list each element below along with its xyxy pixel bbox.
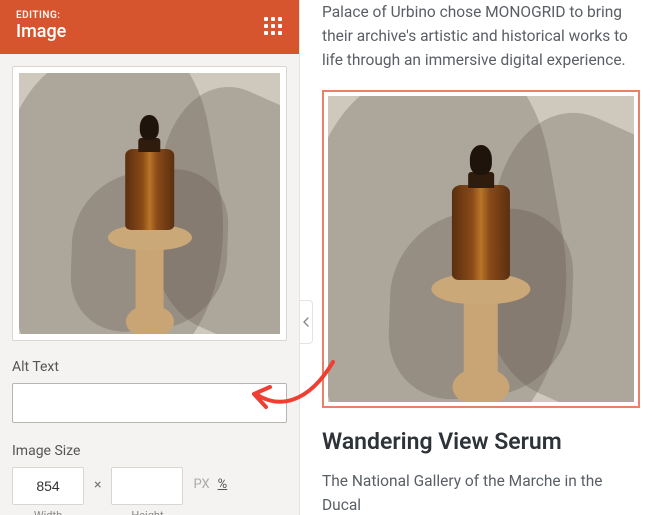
alt-text-label: Alt Text: [12, 359, 287, 375]
width-input[interactable]: [12, 467, 84, 505]
height-sublabel: Height: [131, 509, 163, 515]
sidebar-header: EDITING: Image: [0, 0, 299, 54]
second-paragraph: The National Gallery of the Marche in th…: [322, 469, 640, 515]
width-sublabel: Width: [34, 509, 62, 515]
image-size-label: Image Size: [12, 443, 287, 459]
intro-paragraph: Palace of Urbino chose MONOGRID to bring…: [322, 0, 640, 72]
height-column: Height: [111, 467, 183, 515]
dimension-separator: ×: [94, 467, 101, 493]
image-preview-content: [19, 73, 280, 334]
editor-sidebar: EDITING: Image: [0, 0, 300, 515]
selected-image-content: [328, 96, 634, 402]
unit-px-button[interactable]: PX: [193, 477, 209, 492]
alt-text-input[interactable]: [12, 383, 287, 423]
image-size-row: Width × Height PX %: [12, 467, 287, 515]
unit-percent-button[interactable]: %: [218, 477, 228, 492]
width-column: Width: [12, 467, 84, 515]
selected-image[interactable]: [322, 90, 640, 408]
content-preview: Palace of Urbino chose MONOGRID to bring…: [300, 0, 662, 515]
image-preview[interactable]: [12, 66, 287, 341]
height-input[interactable]: [111, 467, 183, 505]
chevron-left-icon: [303, 317, 309, 327]
drag-handle-icon[interactable]: [263, 16, 283, 36]
sidebar-body: Alt Text Image Size Width × Height PX %: [0, 54, 299, 515]
app-root: EDITING: Image: [0, 0, 662, 515]
editing-title: Image: [16, 22, 66, 43]
editing-label: EDITING:: [16, 10, 66, 22]
unit-toggle: PX %: [193, 467, 227, 492]
sidebar-header-titles: EDITING: Image: [16, 10, 66, 42]
collapse-sidebar-button[interactable]: [300, 300, 313, 344]
product-title: Wandering View Serum: [322, 428, 640, 455]
